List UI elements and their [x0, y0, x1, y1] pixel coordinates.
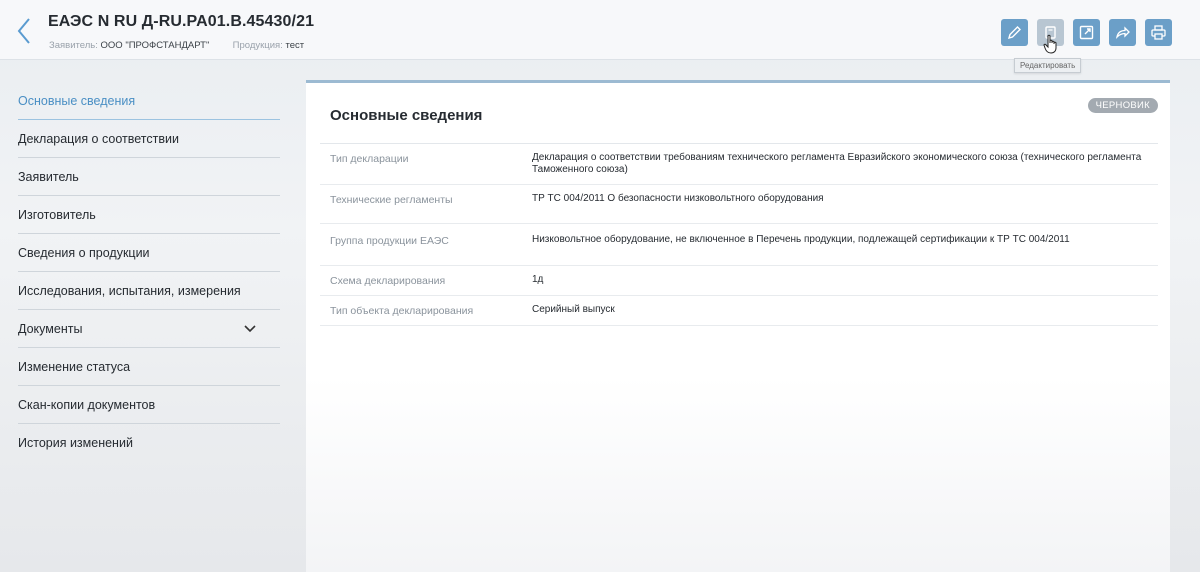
sidebar-item-declaration[interactable]: Декларация о соответствии [18, 120, 280, 158]
sidebar-item-applicant[interactable]: Заявитель [18, 158, 280, 196]
applicant-value: ООО "ПРОФСТАНДАРТ" [100, 40, 210, 51]
row-value: Серийный выпуск [532, 304, 615, 315]
row-key: Тип объекта декларирования [330, 305, 474, 317]
details-table: Тип декларации Декларация о соответствии… [320, 143, 1158, 326]
table-row: Тип декларации Декларация о соответствии… [320, 144, 1158, 185]
row-value: Низковольтное оборудование, не включенно… [532, 234, 1070, 245]
sidebar-item-label: Исследования, испытания, измерения [18, 283, 241, 298]
share-button[interactable] [1109, 19, 1136, 46]
page-header: ЕАЭС N RU Д-RU.PA01.B.45430/21 Заявитель… [0, 0, 1200, 60]
sidebar-item-documents[interactable]: Документы [18, 310, 280, 348]
print-button[interactable] [1145, 19, 1172, 46]
row-value: 1д [532, 274, 544, 285]
document-meta: Заявитель: ООО "ПРОФСТАНДАРТ" Продукция:… [49, 40, 304, 51]
table-row: Группа продукции ЕАЭС Низковольтное обор… [320, 224, 1158, 266]
applicant-label: Заявитель: [49, 40, 98, 51]
sidebar-item-label: Основные сведения [18, 93, 136, 108]
open-external-button[interactable] [1073, 19, 1100, 46]
row-key: Группа продукции ЕАЭС [330, 235, 449, 247]
sidebar-item-label: Декларация о соответствии [18, 131, 179, 146]
sidebar-item-status-change[interactable]: Изменение статуса [18, 348, 280, 386]
sidebar-item-main-info[interactable]: Основные сведения [18, 82, 280, 120]
row-key: Тип декларации [330, 153, 409, 165]
sidebar-item-history[interactable]: История изменений [18, 424, 280, 462]
external-link-icon [1079, 25, 1094, 40]
status-badge: ЧЕРНОВИК [1087, 98, 1158, 113]
share-arrow-icon [1115, 26, 1130, 39]
table-row: Технические регламенты ТР ТС 004/2011 О … [320, 185, 1158, 224]
action-toolbar [1001, 19, 1172, 46]
main-panel: Основные сведения ЧЕРНОВИК Тип деклараци… [306, 80, 1170, 572]
sidebar-item-label: Документы [18, 321, 83, 336]
edit-button[interactable] [1001, 19, 1028, 46]
sidebar-item-label: Заявитель [18, 169, 79, 184]
sidebar-item-label: Изготовитель [18, 207, 96, 222]
sidebar-item-label: История изменений [18, 436, 133, 450]
sidebar-item-label: Изменение статуса [18, 359, 131, 374]
edit-tooltip: Редактировать [1014, 58, 1082, 73]
row-key: Технические регламенты [330, 194, 453, 206]
table-row: Схема декларирования 1д [320, 266, 1158, 296]
back-chevron-icon[interactable] [14, 16, 34, 46]
document-title: ЕАЭС N RU Д-RU.PA01.B.45430/21 [48, 13, 315, 30]
sidebar-item-manufacturer[interactable]: Изготовитель [18, 196, 280, 234]
row-value: Декларация о соответствии требованиям те… [532, 152, 1142, 175]
print-icon [1151, 25, 1166, 40]
sidebar-item-label: Скан-копии документов [18, 397, 156, 412]
product-label: Продукция: [232, 40, 283, 51]
table-row: Тип объекта декларирования Серийный выпу… [320, 296, 1158, 326]
sidebar-item-label: Сведения о продукции [18, 245, 150, 260]
sidebar-item-product-info[interactable]: Сведения о продукции [18, 234, 280, 272]
row-key: Схема декларирования [330, 275, 446, 287]
chevron-down-icon[interactable] [244, 322, 256, 336]
sidebar-item-scans[interactable]: Скан-копии документов [18, 386, 280, 424]
product-value: тест [285, 40, 305, 51]
row-value: ТР ТС 004/2011 О безопасности низковольт… [532, 193, 824, 204]
sidebar-item-tests[interactable]: Исследования, испытания, измерения [18, 272, 280, 310]
hand-cursor-icon [1043, 34, 1057, 54]
pencil-icon [1007, 26, 1021, 40]
sidebar-nav: Основные сведения Декларация о соответст… [18, 82, 280, 462]
section-title: Основные сведения [330, 107, 483, 124]
